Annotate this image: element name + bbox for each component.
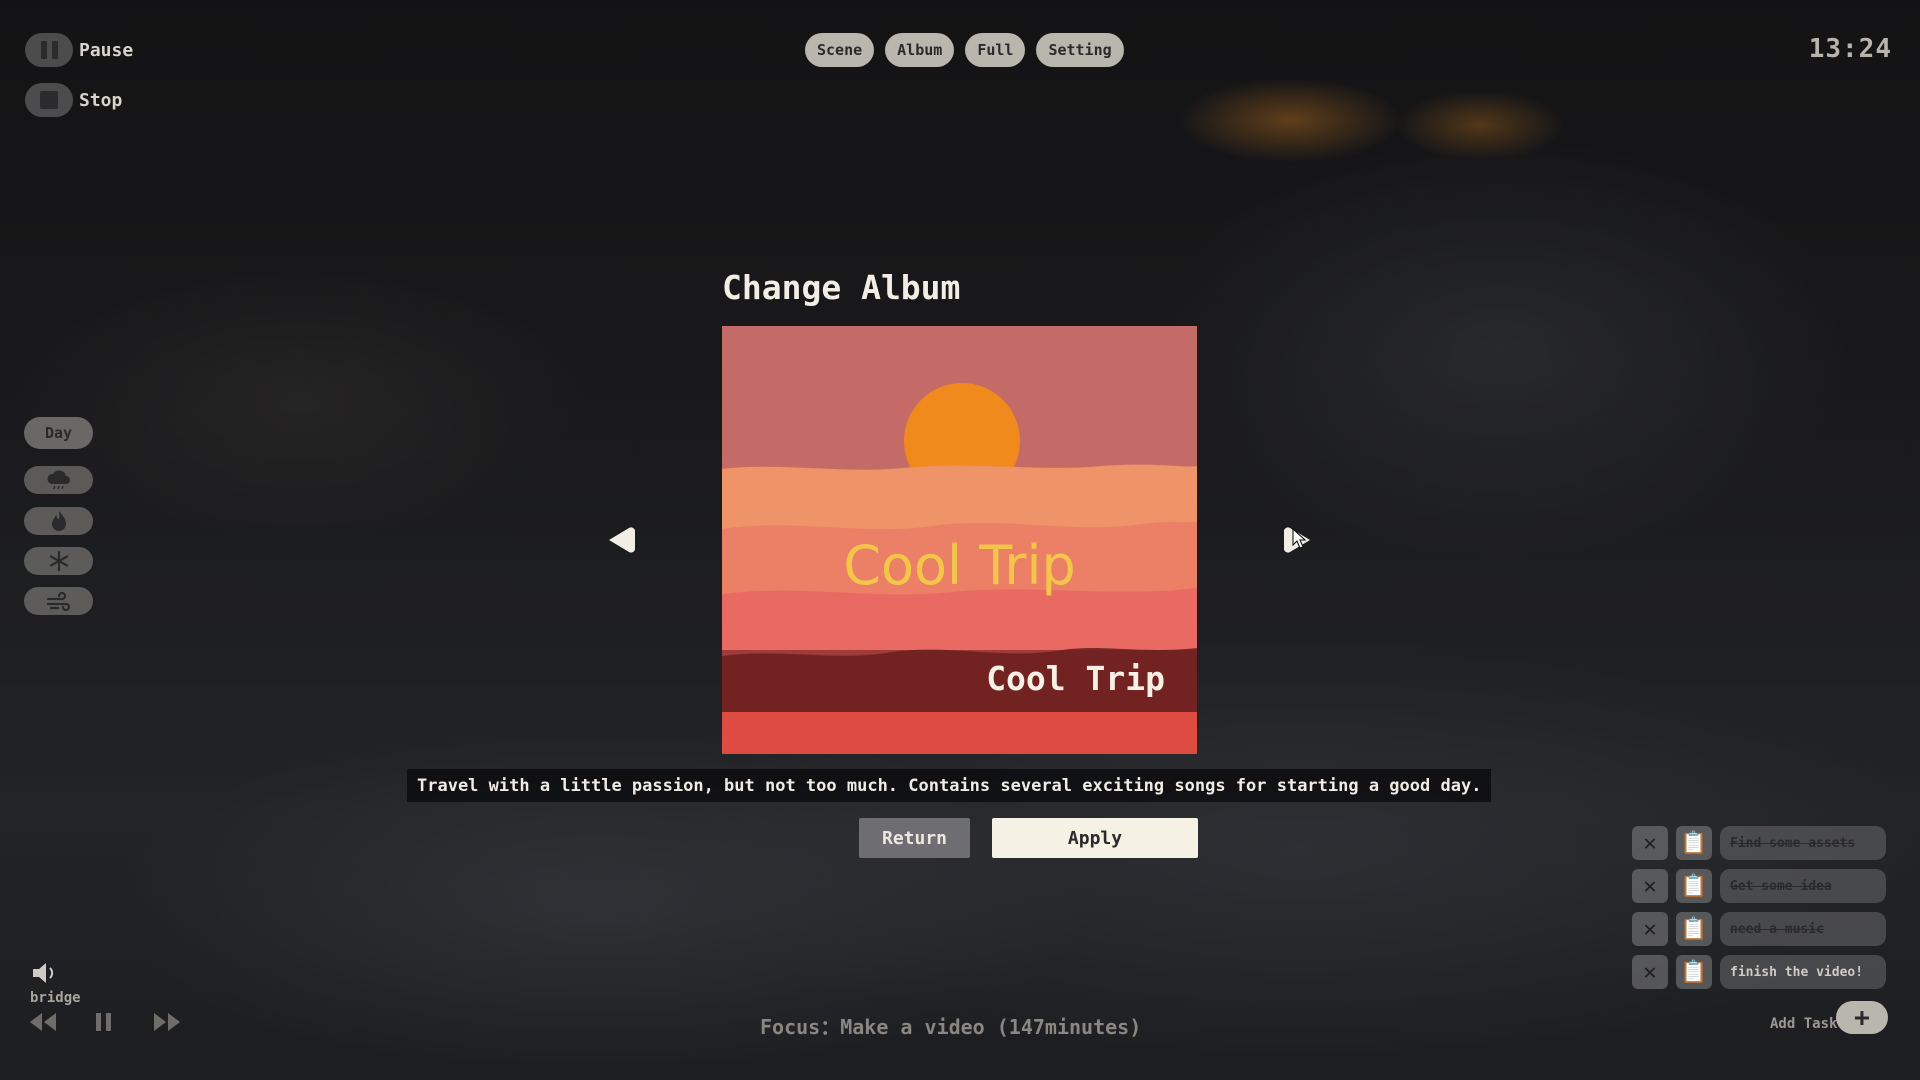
mouse-cursor-icon: [1292, 528, 1307, 549]
album-description: Travel with a little passion, but not to…: [407, 769, 1492, 802]
stop-label: Stop: [79, 89, 123, 111]
fast-forward-icon[interactable]: [152, 1006, 182, 1038]
rain-cloud-icon[interactable]: [24, 466, 93, 494]
add-task-label: Add Task: [1770, 1016, 1838, 1032]
clock: 13:24: [1808, 34, 1892, 64]
task-label[interactable]: finish the video!: [1720, 955, 1886, 989]
time-of-day-toggle[interactable]: Day: [24, 417, 93, 449]
weather-controls: [24, 466, 93, 666]
apply-button[interactable]: Apply: [992, 818, 1198, 858]
previous-album-arrow-icon[interactable]: [605, 523, 639, 557]
top-nav: Scene Album Full Setting: [805, 33, 1124, 67]
wind-icon[interactable]: [24, 587, 93, 615]
day-button[interactable]: Day: [24, 417, 93, 449]
task-item: ✕ 📋 Find some assets: [1632, 826, 1886, 860]
fire-icon[interactable]: [24, 507, 93, 535]
task-label[interactable]: Find some assets: [1720, 826, 1886, 860]
rewind-icon[interactable]: [28, 1006, 58, 1038]
task-item: ✕ 📋 finish the video!: [1632, 955, 1886, 989]
delete-task-x-icon[interactable]: ✕: [1632, 869, 1668, 903]
add-task-plus-icon[interactable]: +: [1836, 1001, 1888, 1034]
nav-scene-button[interactable]: Scene: [805, 33, 875, 67]
track-name: bridge: [30, 990, 81, 1006]
task-item: ✕ 📋 need a music: [1632, 912, 1886, 946]
task-label[interactable]: need a music: [1720, 912, 1886, 946]
clipboard-check-icon[interactable]: 📋: [1676, 955, 1712, 989]
clipboard-check-icon[interactable]: 📋: [1676, 912, 1712, 946]
clipboard-check-icon[interactable]: 📋: [1676, 826, 1712, 860]
pause-icon: [40, 41, 58, 59]
stop-control[interactable]: Stop: [25, 83, 122, 117]
focus-status: Focus：Make a video (147minutes): [760, 1015, 1142, 1039]
clipboard-check-icon[interactable]: 📋: [1676, 869, 1712, 903]
cover-art-title: Cool Trip: [843, 534, 1076, 597]
pause-control[interactable]: Pause: [25, 33, 133, 67]
pause-button[interactable]: [25, 33, 73, 67]
album-name: Cool Trip: [986, 659, 1165, 698]
delete-task-x-icon[interactable]: ✕: [1632, 826, 1668, 860]
nav-full-button[interactable]: Full: [965, 33, 1026, 67]
delete-task-x-icon[interactable]: ✕: [1632, 955, 1668, 989]
album-cover: Cool Trip Cool Trip: [722, 326, 1197, 754]
play-pause-icon[interactable]: [93, 1006, 115, 1038]
volume-icon[interactable]: [30, 958, 60, 988]
nav-setting-button[interactable]: Setting: [1036, 33, 1124, 67]
snowflake-icon[interactable]: [24, 547, 93, 575]
modal-title: Change Album: [722, 268, 961, 307]
stop-icon: [40, 91, 58, 109]
nav-album-button[interactable]: Album: [885, 33, 955, 67]
return-button[interactable]: Return: [859, 818, 970, 858]
task-item: ✕ 📋 Get some idea: [1632, 869, 1886, 903]
stop-button[interactable]: [25, 83, 73, 117]
task-label[interactable]: Get some idea: [1720, 869, 1886, 903]
delete-task-x-icon[interactable]: ✕: [1632, 912, 1668, 946]
pause-label: Pause: [79, 39, 134, 61]
